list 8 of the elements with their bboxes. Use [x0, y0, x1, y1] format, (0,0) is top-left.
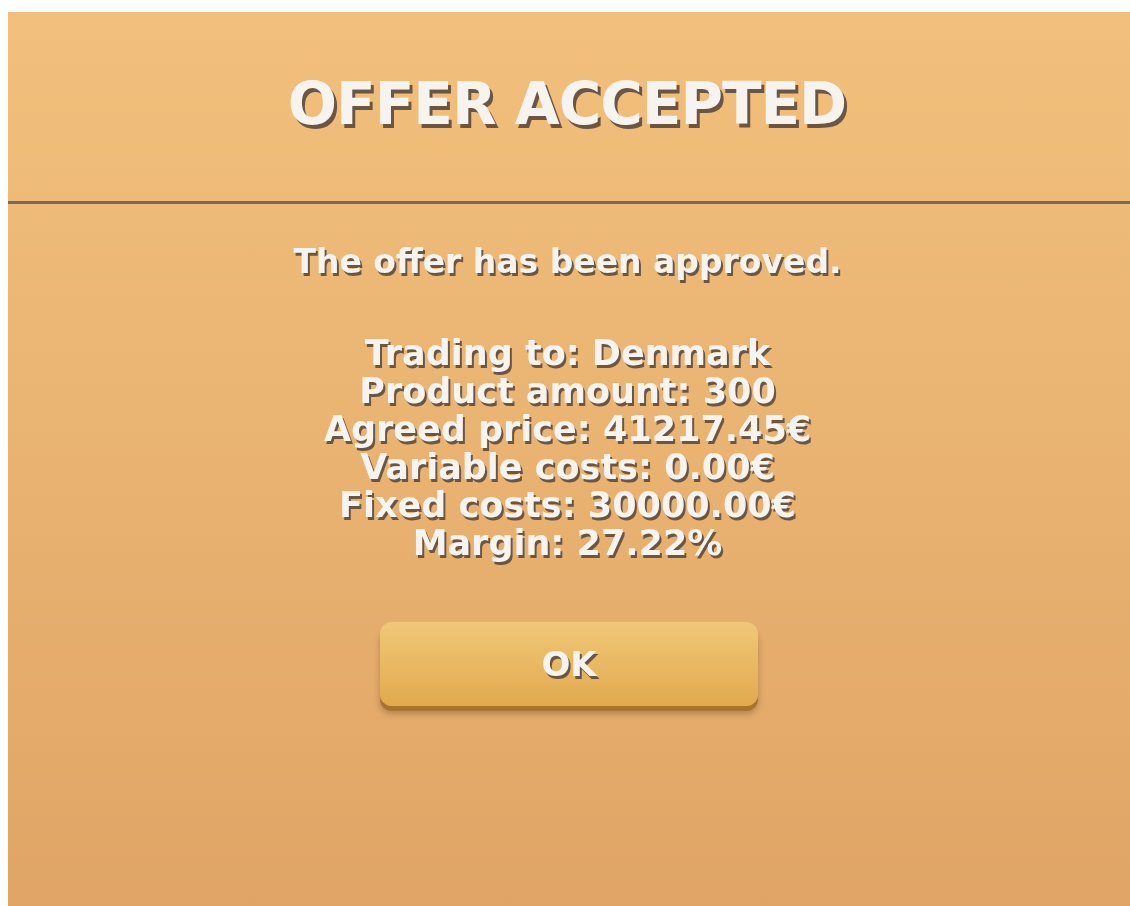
- dialog-title: OFFER ACCEPTED: [287, 69, 848, 140]
- detail-line: Margin: 27.22%: [412, 524, 724, 562]
- detail-line: Agreed price: 41217.45€: [323, 410, 813, 448]
- detail-line: Fixed costs: 30000.00€: [339, 486, 797, 524]
- detail-line: Variable costs: 0.00€: [360, 448, 776, 486]
- detail-line: Trading to: Denmark: [364, 334, 772, 372]
- detail-line: Product amount: 300: [359, 372, 777, 410]
- message-text: The offer has been approved.: [293, 242, 843, 283]
